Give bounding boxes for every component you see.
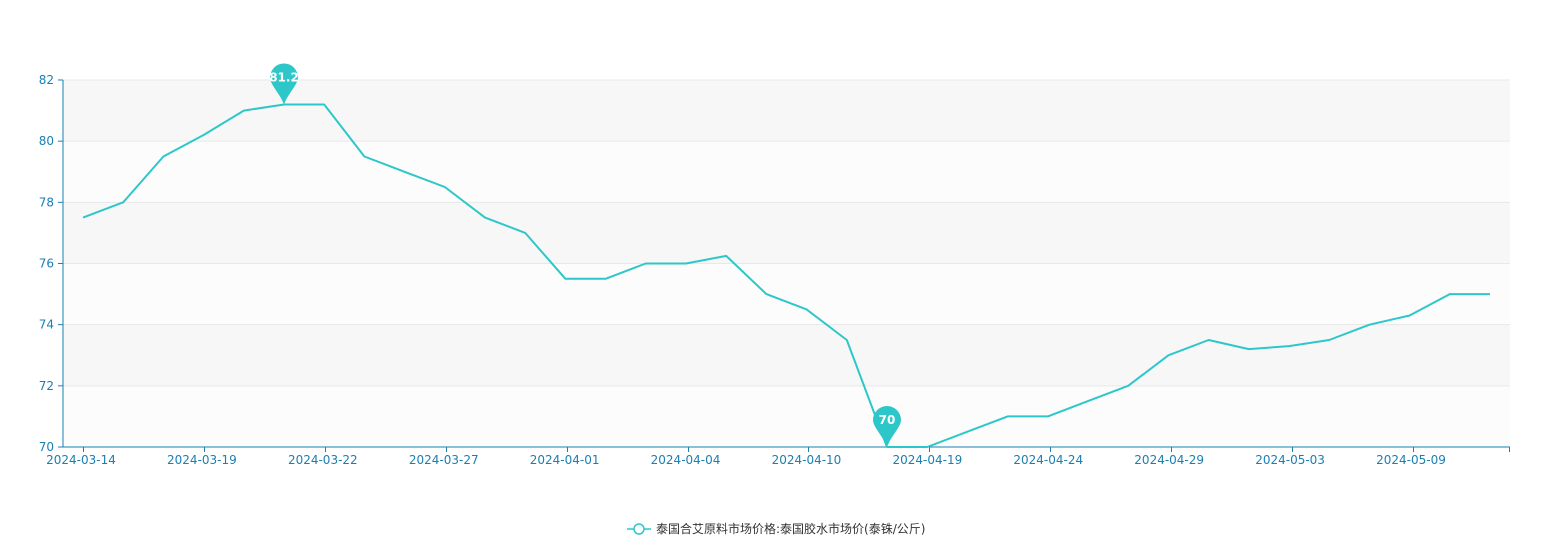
data-point xyxy=(724,254,728,258)
data-point xyxy=(121,200,125,204)
pin-value-label: 81.2 xyxy=(269,70,299,84)
data-point xyxy=(523,231,527,235)
data-point xyxy=(764,292,768,296)
x-tick-label: 2024-04-04 xyxy=(651,453,721,467)
data-point xyxy=(202,133,206,137)
line-chart: 70 72 74 76 78 80 82 2024-03-14 2024-03-19 2024-0… xyxy=(39,63,1510,536)
data-point xyxy=(805,307,809,311)
x-tick-label: 2024-05-09 xyxy=(1376,453,1446,467)
x-tick-label: 2024-04-10 xyxy=(772,453,842,467)
y-tick-label: 78 xyxy=(39,195,54,209)
data-point xyxy=(1046,414,1050,418)
grid-band xyxy=(63,263,1510,325)
data-point xyxy=(81,216,85,220)
y-tick-label: 72 xyxy=(39,379,54,393)
pin-value-label: 70 xyxy=(879,413,896,427)
y-tick-label: 74 xyxy=(39,318,54,332)
legend[interactable]: 泰国合艾原料市场价格:泰国胶水市场价(泰铢/公斤) xyxy=(627,521,925,536)
data-point xyxy=(161,154,165,158)
data-point xyxy=(242,109,246,113)
data-point xyxy=(1126,384,1130,388)
x-tick-label: 2024-04-29 xyxy=(1134,453,1204,467)
data-point xyxy=(1086,399,1090,403)
x-tick-label: 2024-04-01 xyxy=(530,453,600,467)
data-point xyxy=(1207,338,1211,342)
x-tick-label: 2024-03-27 xyxy=(409,453,479,467)
chart-container: 70 72 74 76 78 80 82 2024-03-14 2024-03-19 2024-0… xyxy=(0,0,1550,547)
grid-band xyxy=(63,324,1510,386)
data-point xyxy=(1408,313,1412,317)
data-point xyxy=(322,102,326,106)
data-point xyxy=(1247,347,1251,351)
y-tick-label: 70 xyxy=(39,440,54,454)
data-point xyxy=(1367,323,1371,327)
grid-band xyxy=(63,141,1510,203)
y-tick-label: 76 xyxy=(39,257,54,271)
y-tick-label: 82 xyxy=(39,73,54,87)
x-tick-label: 2024-03-22 xyxy=(288,453,358,467)
x-tick-label: 2024-03-14 xyxy=(46,453,116,467)
grid-band xyxy=(63,385,1510,447)
data-point xyxy=(845,338,849,342)
data-point xyxy=(403,170,407,174)
data-point xyxy=(362,154,366,158)
x-tick-label: 2024-04-19 xyxy=(892,453,962,467)
data-point xyxy=(604,277,608,281)
x-tick-label: 2024-04-24 xyxy=(1013,453,1083,467)
data-point xyxy=(443,185,447,189)
x-tick-label: 2024-05-03 xyxy=(1255,453,1325,467)
data-point xyxy=(684,262,688,266)
data-point xyxy=(1006,414,1010,418)
data-point xyxy=(1166,353,1170,357)
data-point xyxy=(1327,338,1331,342)
data-point xyxy=(483,216,487,220)
data-point xyxy=(965,430,969,434)
legend-circle-icon xyxy=(633,523,645,535)
y-tick-label: 80 xyxy=(39,134,54,148)
x-tick-label: 2024-03-19 xyxy=(167,453,237,467)
data-point xyxy=(563,277,567,281)
data-point xyxy=(644,262,648,266)
data-point xyxy=(1488,292,1492,296)
data-point xyxy=(1287,344,1291,348)
data-point xyxy=(925,445,929,449)
legend-label: 泰国合艾原料市场价格:泰国胶水市场价(泰铢/公斤) xyxy=(656,521,925,536)
grid-band xyxy=(63,202,1510,264)
data-point xyxy=(1448,292,1452,296)
